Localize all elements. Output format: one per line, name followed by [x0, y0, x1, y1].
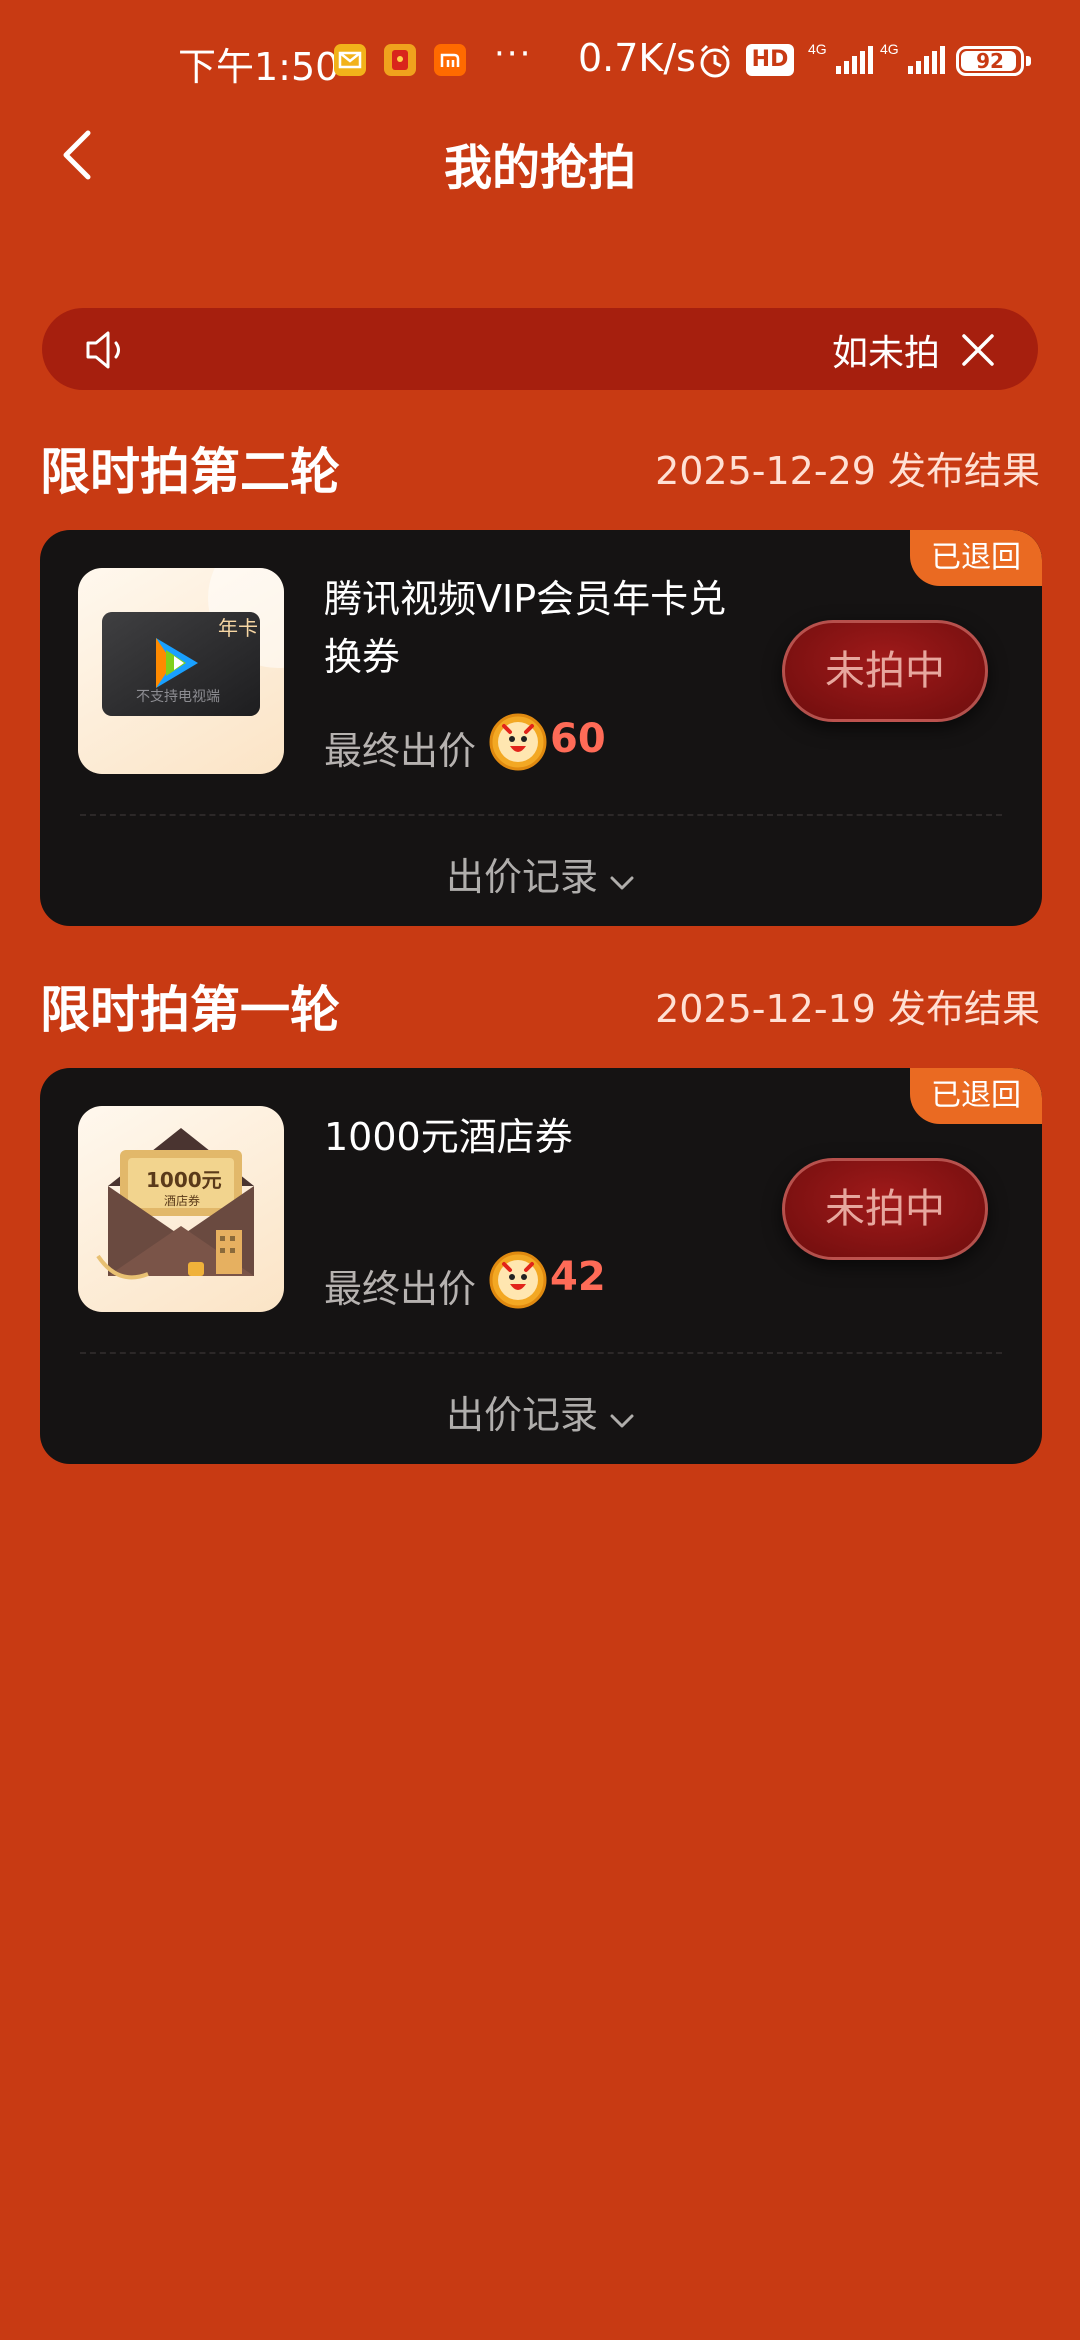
bid-record-toggle[interactable]: 出价记录 [40, 846, 1042, 902]
hd-voice-icon: HD [746, 44, 794, 76]
signal-strength-icon-2: 4G [878, 41, 950, 82]
final-bid-value: 60 [550, 716, 606, 762]
alarm-icon [695, 42, 735, 86]
product-title: 1000元酒店券 [324, 1115, 573, 1159]
battery-level: 92 [976, 49, 1004, 73]
status-time: 下午1:50 [178, 45, 340, 89]
red-packet-notification-icon [384, 44, 416, 76]
close-icon [962, 334, 994, 366]
network-speed: 0.7K/s [578, 36, 696, 80]
final-bid-label: 最终出价 [324, 729, 477, 773]
product-image-tencent-video: 年卡 不支持电视端 [78, 568, 284, 774]
notice-bar: 如未拍 [42, 308, 1038, 390]
thumb-amount: 1000元 [146, 1168, 222, 1192]
section-header-round-1: 限时拍第一轮 2025-12-19 发布结果 [40, 970, 1040, 1040]
speaker-icon [82, 326, 132, 378]
close-notice-button[interactable] [960, 332, 996, 368]
section-header-round-2: 限时拍第二轮 2025-12-29 发布结果 [40, 432, 1040, 502]
divider [80, 1352, 1002, 1354]
status-bar: 下午1:50 ··· 0.7K/s HD 4G 4G 92 [0, 0, 1080, 120]
product-title: 腾讯视频VIP会员年卡兑换券 [324, 577, 727, 679]
svg-text:4G: 4G [808, 42, 827, 57]
status-badge: 已退回 [910, 530, 1042, 586]
coin-icon [488, 712, 548, 776]
thumb-tag: 年卡 [218, 616, 258, 640]
section-title: 限时拍第一轮 [40, 981, 340, 1039]
result-date: 2025-12-29 发布结果 [655, 449, 1040, 493]
thumb-caption: 酒店券 [164, 1194, 201, 1208]
chevron-down-icon [608, 858, 636, 902]
result-date: 2025-12-19 发布结果 [655, 987, 1040, 1031]
final-bid-value: 42 [550, 1254, 606, 1300]
not-won-button[interactable]: 未拍中 [782, 620, 988, 722]
navigation-bar: 我的抢拍 [0, 110, 1080, 200]
mail-notification-icon [334, 44, 366, 76]
product-image-hotel-voucher: 1000元 酒店券 [78, 1106, 284, 1312]
signal-strength-icon: 4G [806, 41, 878, 82]
auction-card: 已退回 年卡 不支持电视端 腾讯视频VIP会员年卡兑换券 最终出价 60 未拍中… [40, 530, 1042, 926]
more-notifications-indicator: ··· [494, 34, 533, 74]
chevron-down-icon [608, 1396, 636, 1440]
thumb-caption: 不支持电视端 [136, 689, 220, 705]
divider [80, 814, 1002, 816]
status-badge: 已退回 [910, 1068, 1042, 1124]
bid-record-label: 出价记录 [445, 1393, 598, 1437]
coin-icon [488, 1250, 548, 1314]
section-title: 限时拍第二轮 [40, 443, 340, 501]
final-bid-label: 最终出价 [324, 1267, 477, 1311]
not-won-button[interactable]: 未拍中 [782, 1158, 988, 1260]
bid-record-toggle[interactable]: 出价记录 [40, 1384, 1042, 1440]
auction-card: 已退回 1000元 酒店券 1000元酒店券 最终出价 42 未拍中 出价记录 [40, 1068, 1042, 1464]
bid-record-label: 出价记录 [445, 855, 598, 899]
battery-icon: 92 [956, 46, 1031, 76]
page-title: 我的抢拍 [443, 140, 636, 196]
notice-text: 如未拍 [831, 333, 940, 374]
svg-text:4G: 4G [880, 42, 899, 57]
mi-notification-icon [434, 44, 466, 76]
